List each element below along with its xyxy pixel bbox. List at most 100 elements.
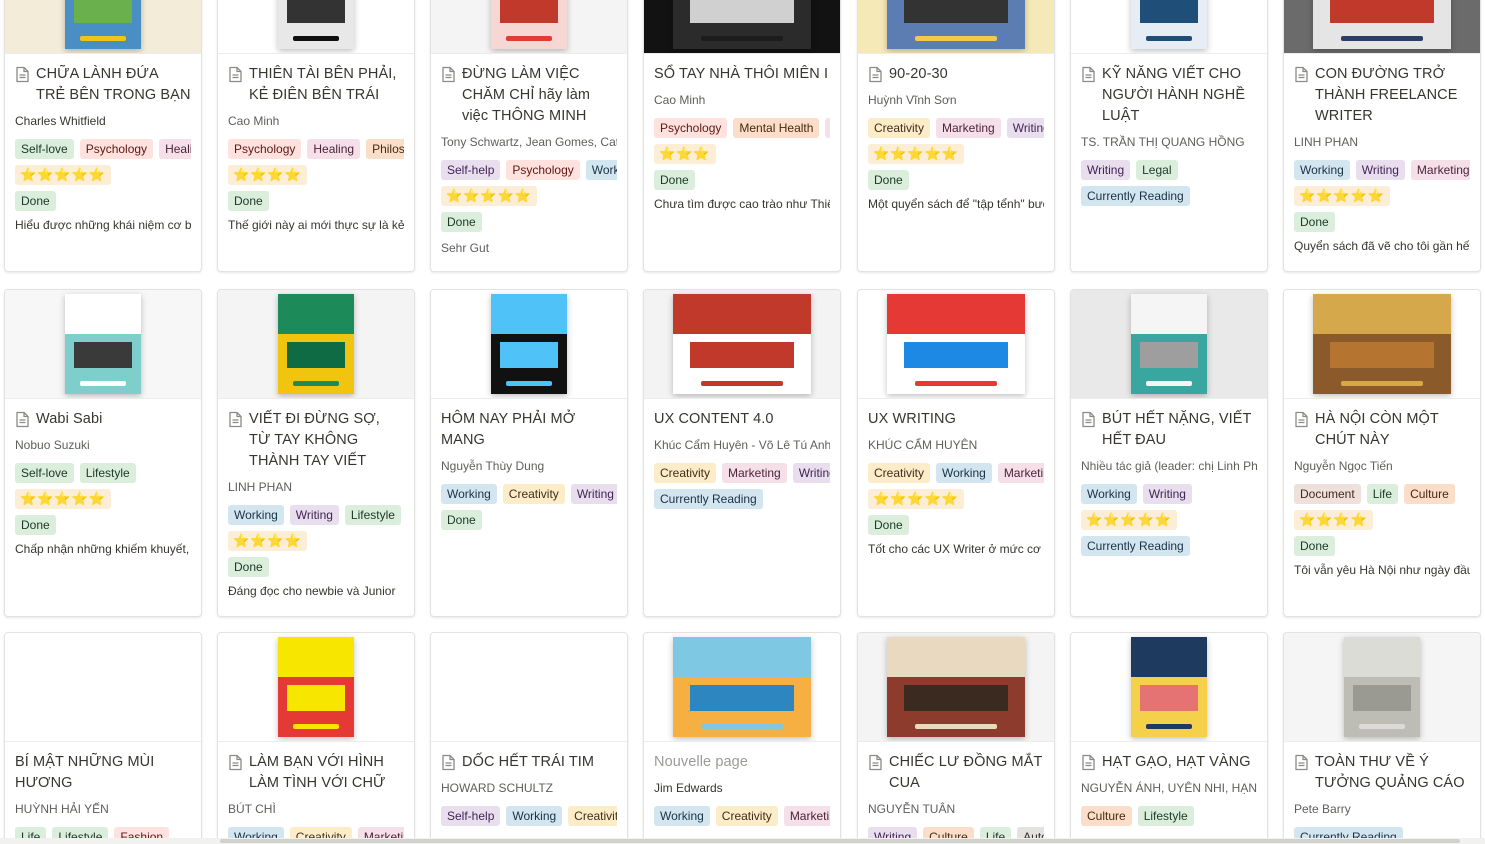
card-body: SỔ TAY NHÀ THÔI MIÊN I Cao Minh Psychology… — [644, 54, 840, 212]
tags-property: Writing Legal — [1081, 160, 1257, 180]
gallery-card[interactable]: UX CONTENT 4.0 Khúc Cẩm Huyên - Võ Lê Tú … — [643, 289, 841, 617]
card-title[interactable]: HÔM NAY PHẢI MỞ MANG — [441, 409, 617, 451]
book-cover-image[interactable] — [431, 0, 627, 54]
gallery-card[interactable]: DỐC HẾT TRÁI TIM HOWARD SCHULTZ Self-help W… — [430, 632, 628, 844]
book-cover-image[interactable] — [218, 290, 414, 399]
gallery-card[interactable]: Wabi Sabi Nobuo Suzuki Self-love Lifestyle ⭐… — [4, 289, 202, 617]
cover-title-block — [1140, 0, 1198, 23]
page-icon — [228, 411, 243, 428]
card-title[interactable]: BÚT HẾT NẶNG, VIẾT HẾT ĐAU — [1081, 409, 1257, 451]
gallery-card[interactable]: KỸ NĂNG VIẾT CHO NGƯỜI HÀNH NGHỀ LUẬT TS.… — [1070, 0, 1268, 272]
card-title[interactable]: THIÊN TÀI BÊN PHẢI, KẺ ĐIÊN BÊN TRÁI — [228, 64, 404, 106]
gallery-card[interactable]: TOÀN THƯ VỀ Ý TƯỞNG QUẢNG CÁO Pete Barry C… — [1283, 632, 1481, 844]
book-cover-image[interactable] — [1071, 0, 1267, 54]
book-cover-image[interactable] — [644, 290, 840, 399]
cover-title-block — [1329, 0, 1435, 23]
author-property: KHÚC CẨM HUYÊN — [868, 438, 978, 452]
book-cover-image[interactable] — [218, 633, 414, 742]
gallery-card[interactable]: BÍ MẬT NHỮNG MÙI HƯƠNG HUỲNH HẢI YẾN Life L… — [4, 632, 202, 844]
card-title[interactable]: UX WRITING — [868, 409, 1044, 430]
book-cover-image[interactable] — [218, 0, 414, 54]
card-title[interactable]: SỔ TAY NHÀ THÔI MIÊN I — [654, 64, 830, 85]
status-badge: Currently Reading — [1081, 186, 1190, 206]
book-cover-image[interactable] — [858, 290, 1054, 399]
tag-self-help: Self-help — [441, 160, 501, 180]
gallery-card[interactable]: VIẾT ĐI ĐỪNG SỢ, TỪ TAY KHÔNG THÀNH TAY … — [217, 289, 415, 617]
card-title[interactable]: DỐC HẾT TRÁI TIM — [441, 752, 617, 773]
gallery-board: CHỮA LÀNH ĐỨA TRẺ BÊN TRONG BẠN Charles W… — [0, 0, 1485, 844]
card-body: BÍ MẬT NHỮNG MÙI HƯƠNG HUỲNH HẢI YẾN Life L… — [5, 742, 201, 844]
cover-band — [278, 294, 354, 334]
author-property: HOWARD SCHULTZ — [441, 781, 553, 795]
card-title[interactable]: TOÀN THƯ VỀ Ý TƯỞNG QUẢNG CÁO — [1294, 752, 1470, 794]
review-note: Tốt cho các UX Writer ở mức cơ bản — [868, 542, 1044, 556]
tag-self-love: Self-love — [15, 463, 74, 483]
cover-author-strip — [914, 36, 998, 41]
card-title[interactable]: Nouvelle page — [654, 752, 830, 773]
card-title[interactable]: BÍ MẬT NHỮNG MÙI HƯƠNG — [15, 752, 191, 794]
card-title[interactable]: CON ĐƯỜNG TRỞ THÀNH FREELANCE WRITER — [1294, 64, 1470, 127]
book-cover-image[interactable] — [1284, 633, 1480, 742]
gallery-card[interactable]: UX WRITING KHÚC CẨM HUYÊN Creativity Workin… — [857, 289, 1055, 617]
book-cover-image[interactable] — [5, 633, 201, 742]
card-title[interactable]: Wabi Sabi — [15, 409, 191, 430]
book-cover-art — [1313, 0, 1451, 49]
card-title[interactable]: KỸ NĂNG VIẾT CHO NGƯỜI HÀNH NGHỀ LUẬT — [1081, 64, 1257, 127]
card-title-text: CON ĐƯỜNG TRỞ THÀNH FREELANCE WRITER — [1315, 66, 1458, 124]
book-cover-image[interactable] — [858, 0, 1054, 54]
gallery-card[interactable]: CHỮA LÀNH ĐỨA TRẺ BÊN TRONG BẠN Charles W… — [4, 0, 202, 272]
card-body: LÀM BẠN VỚI HÌNH LÀM TÌNH VỚI CHỮ BÚT CHÌ… — [218, 742, 414, 844]
gallery-card[interactable]: 90-20-30 Huỳnh Vĩnh Sơn Creativity Marketin… — [857, 0, 1055, 272]
card-title[interactable]: CHIẾC LƯ ĐỒNG MẮT CUA — [868, 752, 1044, 794]
book-cover-art — [1131, 0, 1207, 49]
tag-self-love: Self-love — [15, 139, 74, 159]
gallery-card[interactable]: HÀ NỘI CÒN MỘT CHÚT NÀY Nguyễn Ngọc Tiến D… — [1283, 289, 1481, 617]
card-title[interactable]: 90-20-30 — [868, 64, 1044, 85]
page-icon — [1294, 66, 1309, 83]
card-body: TOÀN THƯ VỀ Ý TƯỞNG QUẢNG CÁO Pete Barry C… — [1284, 742, 1480, 844]
author-property: Nhiều tác giả (leader: chị Linh Phan) — [1081, 459, 1257, 473]
book-cover-image[interactable] — [431, 290, 627, 399]
gallery-card[interactable]: SỔ TAY NHÀ THÔI MIÊN I Cao Minh Psychology… — [643, 0, 841, 272]
card-title[interactable]: ĐỪNG LÀM VIỆC CHĂM CHỈ hãy làm việc THÔN… — [441, 64, 617, 127]
book-cover-image[interactable] — [644, 0, 840, 54]
book-cover-image[interactable] — [1071, 633, 1267, 742]
book-cover-image[interactable] — [1284, 0, 1480, 54]
card-title[interactable]: HÀ NỘI CÒN MỘT CHÚT NÀY — [1294, 409, 1470, 451]
book-cover-art — [65, 0, 141, 49]
scrollbar-thumb[interactable] — [220, 839, 1460, 843]
book-cover-art — [491, 0, 567, 49]
rating-stars: ⭐⭐⭐⭐⭐ — [1081, 510, 1177, 530]
tag-creativity: Creativity — [868, 463, 931, 483]
status-property: Done — [868, 170, 1044, 190]
cover-author-strip — [293, 381, 339, 386]
card-title[interactable]: CHỮA LÀNH ĐỨA TRẺ BÊN TRONG BẠN — [15, 64, 191, 106]
gallery-card[interactable]: Nouvelle page Jim Edwards Working Creativit… — [643, 632, 841, 844]
book-cover-image[interactable] — [5, 0, 201, 54]
cover-author-strip — [914, 381, 998, 386]
gallery-card[interactable]: BÚT HẾT NẶNG, VIẾT HẾT ĐAU Nhiều tác giả … — [1070, 289, 1268, 617]
horizontal-scrollbar[interactable] — [0, 838, 1485, 844]
gallery-card[interactable]: HÔM NAY PHẢI MỞ MANG Nguyễn Thùy Dung Work… — [430, 289, 628, 617]
book-cover-image[interactable] — [858, 633, 1054, 742]
gallery-card[interactable]: CON ĐƯỜNG TRỞ THÀNH FREELANCE WRITER LINH… — [1283, 0, 1481, 272]
gallery-card[interactable]: THIÊN TÀI BÊN PHẢI, KẺ ĐIÊN BÊN TRÁI Cao … — [217, 0, 415, 272]
rating-property: ⭐⭐⭐⭐⭐ — [441, 186, 617, 206]
author-property: Nobuo Suzuki — [15, 438, 90, 452]
gallery-card[interactable]: CHIẾC LƯ ĐỒNG MẮT CUA NGUYỄN TUÂN Writing C… — [857, 632, 1055, 844]
card-title[interactable]: UX CONTENT 4.0 — [654, 409, 830, 430]
gallery-card[interactable]: HẠT GẠO, HẠT VÀNG NGUYỄN ÁNH, UYÊN NHI, H… — [1070, 632, 1268, 844]
book-cover-image[interactable] — [644, 633, 840, 742]
book-cover-image[interactable] — [431, 633, 627, 742]
gallery-card[interactable]: ĐỪNG LÀM VIỆC CHĂM CHỈ hãy làm việc THÔN… — [430, 0, 628, 272]
card-title[interactable]: LÀM BẠN VỚI HÌNH LÀM TÌNH VỚI CHỮ — [228, 752, 404, 794]
book-cover-image[interactable] — [1284, 290, 1480, 399]
book-cover-image[interactable] — [1071, 290, 1267, 399]
card-title-text: CHIẾC LƯ ĐỒNG MẮT CUA — [889, 754, 1043, 791]
card-body: CON ĐƯỜNG TRỞ THÀNH FREELANCE WRITER LINH… — [1284, 54, 1480, 254]
cover-title-block — [903, 342, 1009, 368]
card-title[interactable]: HẠT GẠO, HẠT VÀNG — [1081, 752, 1257, 773]
card-title[interactable]: VIẾT ĐI ĐỪNG SỢ, TỪ TAY KHÔNG THÀNH TAY … — [228, 409, 404, 472]
gallery-card[interactable]: LÀM BẠN VỚI HÌNH LÀM TÌNH VỚI CHỮ BÚT CHÌ… — [217, 632, 415, 844]
book-cover-image[interactable] — [5, 290, 201, 399]
